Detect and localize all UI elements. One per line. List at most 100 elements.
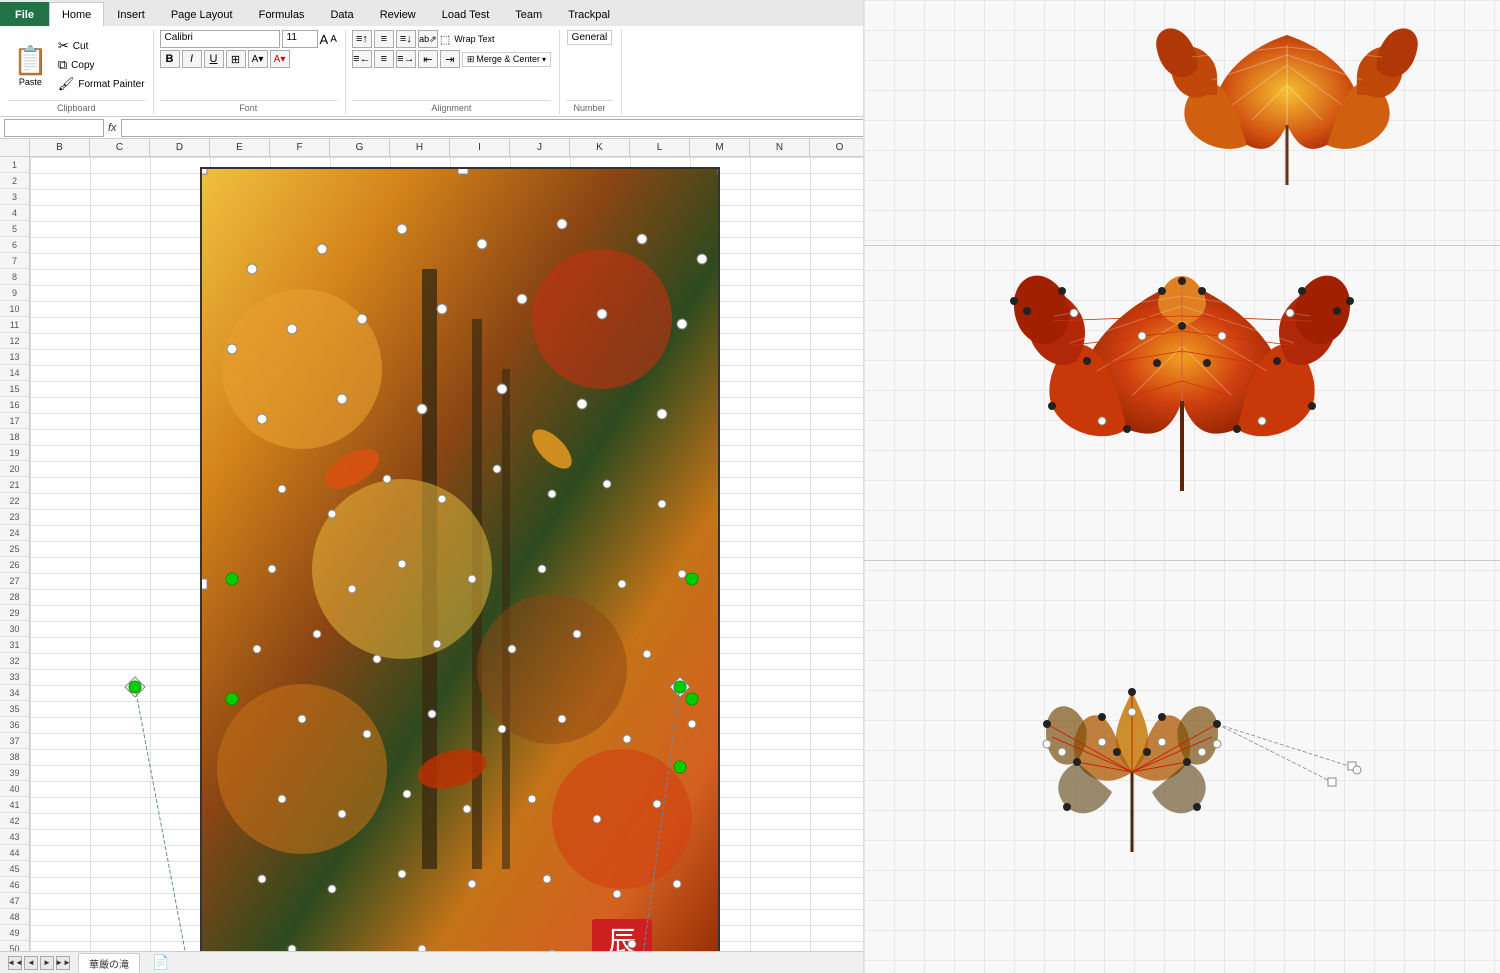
wrap-text-label: Wrap Text — [454, 34, 494, 44]
first-sheet-button[interactable]: ◄◄ — [8, 956, 22, 970]
align-top-button[interactable]: ≡↑ — [352, 30, 372, 48]
row-num-42: 42 — [0, 813, 29, 829]
row-num-26: 26 — [0, 557, 29, 573]
tab-home[interactable]: Home — [49, 2, 104, 26]
tab-load-test[interactable]: Load Test — [429, 2, 503, 26]
row-num-19: 19 — [0, 445, 29, 461]
leaf-area-2 — [864, 245, 1500, 555]
paste-button[interactable]: 📋 Paste — [8, 30, 53, 100]
row-num-3: 3 — [0, 189, 29, 205]
font-name-box[interactable]: Calibri — [160, 30, 280, 48]
tab-insert[interactable]: Insert — [104, 2, 158, 26]
sheet-tab[interactable]: 華厳の滝 — [78, 953, 140, 973]
row-num-4: 4 — [0, 205, 29, 221]
col-header-f[interactable]: F — [270, 139, 330, 156]
alignment-label: Alignment — [352, 100, 551, 114]
alignment-row-1: ≡↑ ≡ ≡↓ ab⇗ ⬚ Wrap Text — [352, 30, 495, 48]
name-box[interactable] — [4, 119, 104, 137]
merge-dropdown-icon[interactable]: ▾ — [542, 55, 546, 64]
font-size-box[interactable]: 11 — [282, 30, 318, 48]
row-num-33: 33 — [0, 669, 29, 685]
row-num-45: 45 — [0, 861, 29, 877]
col-header-o[interactable]: O — [810, 139, 870, 156]
align-center-button[interactable]: ≡ — [374, 50, 394, 68]
cut-icon: ✂ — [58, 38, 69, 54]
format-painter-row[interactable]: 🖌 Format Painter — [58, 76, 145, 92]
decrease-indent-button[interactable]: ⇤ — [418, 50, 438, 68]
tab-review[interactable]: Review — [367, 2, 429, 26]
align-left-button[interactable]: ≡← — [352, 50, 372, 68]
fill-color-button[interactable]: A▾ — [248, 50, 268, 68]
col-header-c[interactable]: C — [90, 139, 150, 156]
col-header-j[interactable]: J — [510, 139, 570, 156]
col-header-g[interactable]: G — [330, 139, 390, 156]
align-bottom-button[interactable]: ≡↓ — [396, 30, 416, 48]
merge-center-button[interactable]: ⊞ Merge & Center ▾ — [462, 52, 551, 67]
font-color-button[interactable]: A▾ — [270, 50, 290, 68]
merge-icon: ⊞ — [467, 54, 475, 65]
tab-trackpal[interactable]: Trackpal — [555, 2, 623, 26]
row-num-43: 43 — [0, 829, 29, 845]
right-panel: Format Shape ✕ Fill Line Color Line Styl… — [863, 0, 1500, 973]
row-num-48: 48 — [0, 909, 29, 925]
border-button[interactable]: ⊞ — [226, 50, 246, 68]
copy-label: Copy — [71, 60, 94, 71]
increase-font-icon[interactable]: A — [320, 32, 329, 47]
format-painter-label: Format Painter — [78, 79, 144, 90]
col-header-e[interactable]: E — [210, 139, 270, 156]
row-num-22: 22 — [0, 493, 29, 509]
wrap-text-button[interactable]: ⬚ Wrap Text — [440, 33, 495, 46]
angle-text-button[interactable]: ab⇗ — [418, 30, 438, 48]
col-header-i[interactable]: I — [450, 139, 510, 156]
number-group: General Number — [562, 30, 622, 114]
row-num-37: 37 — [0, 733, 29, 749]
tab-page-layout[interactable]: Page Layout — [158, 2, 246, 26]
col-header-h[interactable]: H — [390, 139, 450, 156]
row-num-40: 40 — [0, 781, 29, 797]
col-header-l[interactable]: L — [630, 139, 690, 156]
increase-indent-button[interactable]: ⇥ — [440, 50, 460, 68]
number-label: Number — [566, 100, 613, 114]
alignment-group: ≡↑ ≡ ≡↓ ab⇗ ⬚ Wrap Text ≡← ≡ ≡→ ⇤ ⇥ — [348, 30, 560, 114]
cut-row[interactable]: ✂ Cut — [58, 38, 145, 54]
prev-sheet-button[interactable]: ◄ — [24, 956, 38, 970]
tab-data[interactable]: Data — [317, 2, 366, 26]
row-num-13: 13 — [0, 349, 29, 365]
row-num-44: 44 — [0, 845, 29, 861]
bold-button[interactable]: B — [160, 50, 180, 68]
row-num-28: 28 — [0, 589, 29, 605]
tab-file[interactable]: File — [0, 2, 49, 26]
underline-button[interactable]: U — [204, 50, 224, 68]
last-sheet-button[interactable]: ►► — [56, 956, 70, 970]
leaf-svg-2 — [892, 251, 1472, 551]
row-num-6: 6 — [0, 237, 29, 253]
col-header-b[interactable]: B — [30, 139, 90, 156]
right-panel-inner: Format Shape ✕ Fill Line Color Line Styl… — [864, 0, 1500, 973]
row-num-32: 32 — [0, 653, 29, 669]
align-right-button[interactable]: ≡→ — [396, 50, 416, 68]
row-num-34: 34 — [0, 685, 29, 701]
row-num-16: 16 — [0, 397, 29, 413]
align-middle-button[interactable]: ≡ — [374, 30, 394, 48]
next-sheet-button[interactable]: ► — [40, 956, 54, 970]
status-add-sheet[interactable]: 📄 — [148, 954, 173, 971]
row-num-12: 12 — [0, 333, 29, 349]
artwork-image[interactable]: 辰 — [200, 167, 720, 962]
leaf-area-1 — [1084, 5, 1490, 235]
leaf-svg-3 — [892, 572, 1472, 962]
row-num-10: 10 — [0, 301, 29, 317]
col-header-k[interactable]: K — [570, 139, 630, 156]
fx-label: fx — [108, 122, 117, 134]
col-header-m[interactable]: M — [690, 139, 750, 156]
col-header-n[interactable]: N — [750, 139, 810, 156]
row-num-31: 31 — [0, 637, 29, 653]
tab-formulas[interactable]: Formulas — [246, 2, 318, 26]
italic-button[interactable]: I — [182, 50, 202, 68]
col-header-d[interactable]: D — [150, 139, 210, 156]
row-num-1: 1 — [0, 157, 29, 173]
row-num-header — [0, 139, 30, 156]
copy-row[interactable]: ⧉ Copy — [58, 57, 145, 73]
tab-team[interactable]: Team — [502, 2, 555, 26]
decrease-font-icon[interactable]: A — [330, 34, 337, 45]
number-format-box[interactable]: General — [567, 30, 613, 45]
